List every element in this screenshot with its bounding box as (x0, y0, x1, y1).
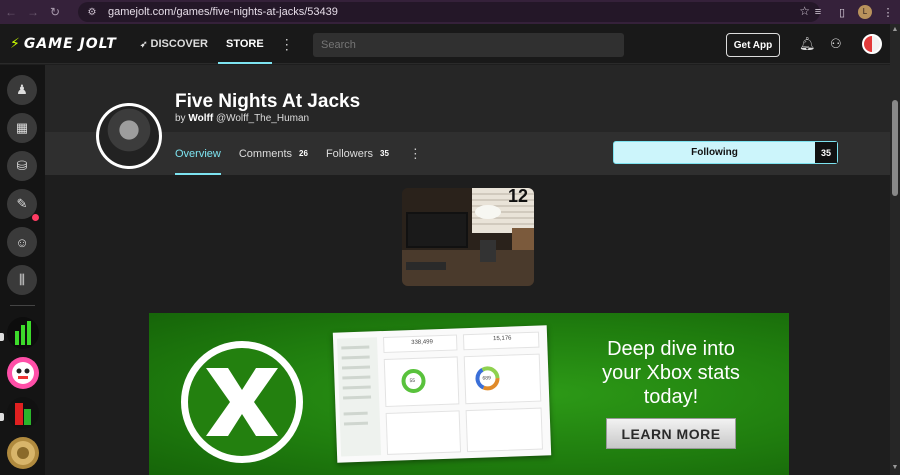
ad-screenshot: 338,499 15,176 55 689 (332, 325, 552, 463)
page-scrollbar[interactable]: ▲ ▼ (890, 24, 900, 475)
tab-comments[interactable]: Comments 26 (239, 132, 308, 175)
address-bar[interactable]: ⚙ gamejolt.com/games/five-nights-at-jack… (78, 2, 820, 22)
followers-count: 35 (380, 149, 389, 158)
ad-banner[interactable]: 338,499 15,176 55 689 Deep dive into you… (149, 313, 789, 475)
ad-headline-line-3: today! (643, 386, 699, 408)
follow-count: 35 (815, 142, 837, 163)
bolt-icon: ⚡ (10, 36, 21, 52)
logo-text: GAME JOLT (23, 36, 117, 52)
back-icon[interactable]: ← (0, 0, 22, 24)
more-menu-icon[interactable]: ⋮ (280, 36, 294, 53)
shot-value-3: 55 (409, 377, 416, 385)
left-sidebar: ♟ ▦ ⛁ ✎ ☺ ⫼ (0, 65, 45, 475)
nav-discover-label: DISCOVER (150, 38, 209, 50)
get-app-button[interactable]: Get App (726, 33, 780, 57)
friends-icon[interactable]: ⚇ (830, 36, 842, 52)
byline: by Wolff @Wolff_The_Human (175, 113, 309, 124)
nav-store-label: STORE (226, 38, 264, 50)
sidebar-divider (10, 305, 35, 306)
shot-value-4: 689 (482, 375, 491, 382)
sidebar-store-icon[interactable]: ▦ (7, 113, 37, 143)
site-header: ⚡GAME JOLT ➶DISCOVER STORE ⋮ Get App 🔔︎ … (0, 24, 890, 64)
ad-headline-line-1: Deep dive into (607, 338, 735, 360)
ad-headline: Deep dive into your Xbox stats today! (589, 337, 753, 409)
follow-button[interactable]: Following 35 (613, 141, 838, 164)
shot-value-1: 338,499 (411, 339, 433, 347)
tab-followers-label: Followers (325, 147, 374, 160)
notification-dot (32, 214, 39, 221)
author-handle[interactable]: @Wolff_The_Human (216, 113, 309, 124)
tab-followers[interactable]: Followers 35 (326, 132, 389, 175)
community-red-icon[interactable] (7, 397, 39, 429)
tab-overview[interactable]: Overview (175, 132, 221, 175)
tab-comments-label: Comments (238, 147, 293, 160)
comments-count: 26 (299, 149, 308, 158)
browser-toolbar: ← → ↻ ⚙ gamejolt.com/games/five-nights-a… (0, 0, 900, 24)
forward-icon[interactable]: → (22, 0, 44, 24)
shot-value-2: 15,176 (493, 335, 512, 343)
sidebar-home-icon[interactable]: ♟ (7, 75, 37, 105)
xbox-x-logo (181, 341, 303, 463)
rocket-icon: ➶ (140, 38, 148, 49)
community-pip (0, 413, 4, 421)
sidebar-shop-icon[interactable]: ⛁ (7, 151, 37, 181)
sidebar-chat-icon[interactable]: ☺ (7, 227, 37, 257)
active-community-pip (0, 333, 4, 341)
scroll-thumb[interactable] (892, 100, 898, 196)
community-pink-icon[interactable] (7, 357, 39, 389)
tab-more-icon[interactable]: ⋮ (409, 146, 422, 162)
bell-icon[interactable]: 🔔︎ (799, 36, 816, 52)
scroll-down-icon[interactable]: ▼ (891, 464, 899, 471)
community-gold-icon[interactable] (7, 437, 39, 469)
gamejolt-logo[interactable]: ⚡ GAME JOLT (10, 36, 117, 52)
nav-discover[interactable]: ➶ DISCOVER (140, 24, 208, 64)
learn-more-button[interactable]: LEARN MORE (606, 418, 736, 449)
community-bars-icon[interactable] (7, 317, 39, 349)
scroll-up-icon[interactable]: ▲ (891, 26, 899, 33)
by-label: by (175, 113, 186, 124)
sidepanel-icon[interactable]: ▯ (830, 6, 854, 19)
profile-avatar[interactable]: L (858, 5, 872, 19)
search-input[interactable] (313, 33, 624, 57)
url-text: gamejolt.com/games/five-nights-at-jacks/… (108, 6, 338, 18)
follow-label: Following (691, 147, 738, 158)
game-avatar[interactable] (96, 103, 162, 169)
nav-store[interactable]: STORE (218, 24, 272, 64)
browser-menu-icon[interactable]: ⋮ (876, 6, 900, 19)
site-info-icon[interactable]: ⚙ (84, 7, 100, 18)
ad-headline-line-2: your Xbox stats (602, 362, 740, 384)
game-title: Five Nights At Jacks (175, 91, 361, 112)
thumbnail-number: 12 (508, 186, 529, 206)
media-icon[interactable]: ≡ (806, 6, 830, 18)
tab-overview-label: Overview (175, 147, 221, 160)
author-name[interactable]: Wolff (188, 113, 213, 124)
reload-icon[interactable]: ↻ (44, 0, 66, 24)
user-avatar[interactable] (862, 34, 882, 54)
sidebar-library-icon[interactable]: ⫼ (7, 265, 37, 295)
